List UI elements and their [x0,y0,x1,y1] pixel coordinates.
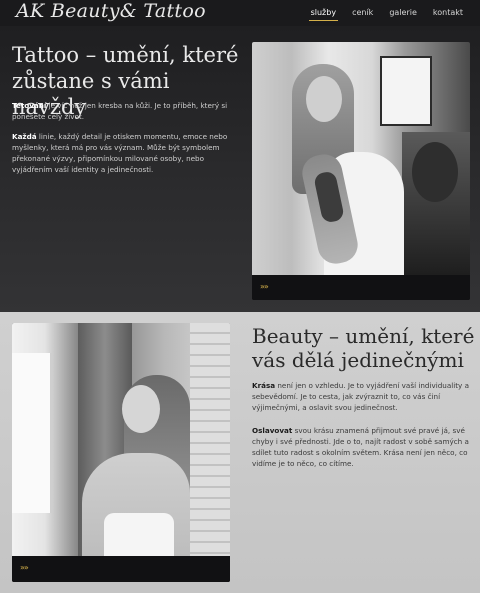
tattoo-paragraph-1: Tetování je víc než jen kresba na kůži. … [12,100,238,122]
beauty-paragraph-2: Oslavovat svou krásu znamená přijmout sv… [252,425,474,469]
beauty-p1-bold: Krása [252,381,276,390]
nav-item-sluzby[interactable]: služby [303,8,344,21]
tattoo-photo [252,42,470,275]
face-shape [306,76,342,122]
main-nav: služby ceník galerie kontakt [303,8,471,21]
triple-chevron-right-icon[interactable]: »» [20,564,29,572]
tattoo-photo-card[interactable]: »» [252,42,470,300]
site-logo[interactable]: AK Beauty& Tattoo [16,0,206,22]
beauty-photo [12,323,230,556]
face-shape [122,385,160,433]
tattoo-photo-footer: »» [252,275,470,300]
brick-wall-shape [190,323,230,556]
beauty-p2-bold: Oslavovat [252,426,293,435]
beauty-photo-footer: »» [12,556,230,582]
nav-item-kontakt[interactable]: kontakt [425,8,471,18]
nav-item-galerie[interactable]: galerie [381,8,425,18]
beauty-photo-card[interactable]: »» [12,323,230,582]
tattoo-p2-text: linie, každý detail je otiskem momentu, … [12,132,228,174]
tattoo-section: Tattoo – umění, které zůstane s vámi nav… [0,26,480,312]
site-header: AK Beauty& Tattoo služby ceník galerie k… [0,0,480,26]
tattoo-p2-bold: Každá [12,132,37,141]
beauty-paragraph-1: Krása není jen o vzhledu. Je to vyjádřen… [252,380,474,413]
beauty-title: Beauty – umění, které vás dělá jedinečný… [252,324,475,372]
tattoo-p1-bold: Tetování [12,101,47,110]
tattoo-paragraph-2: Každá linie, každý detail je otiskem mom… [12,131,238,175]
top-shape [104,513,174,556]
triple-chevron-right-icon[interactable]: »» [260,283,269,291]
beauty-section: »» Beauty – umění, které vás dělá jedine… [0,312,480,593]
beauty-p1-text: není jen o vzhledu. Je to vyjádření vaší… [252,381,469,412]
window-shape [380,56,432,126]
window-light-shape [12,353,52,513]
nav-item-cenik[interactable]: ceník [344,8,381,18]
plant-shape [412,142,458,202]
